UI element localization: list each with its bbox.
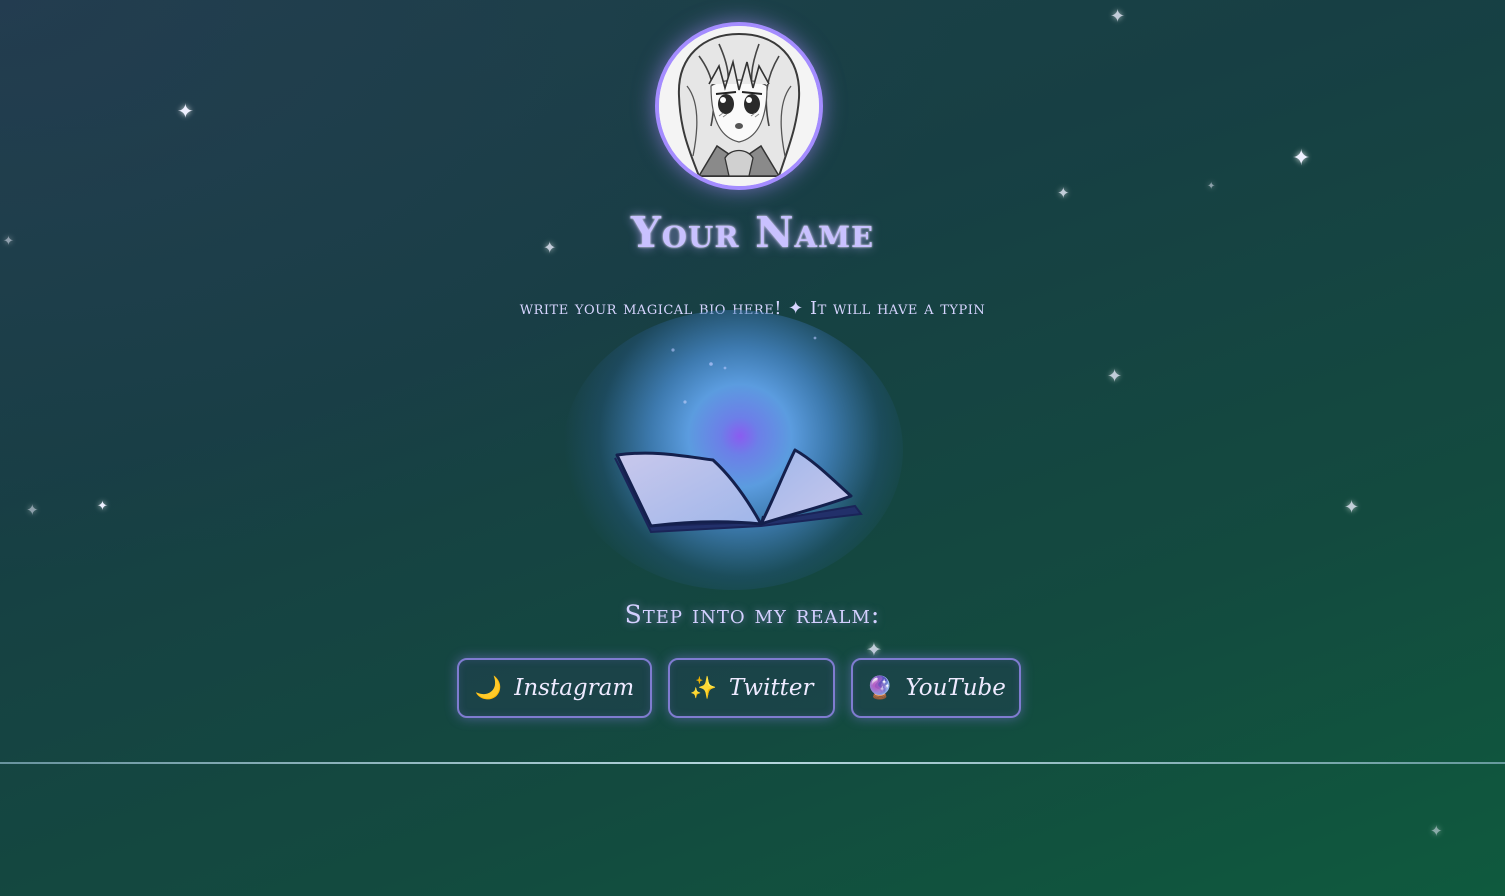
crystal-ball-icon: 🔮	[866, 675, 894, 701]
magic-book	[563, 310, 903, 590]
star-icon: ✦	[1057, 184, 1070, 202]
star-icon: ✦	[1107, 366, 1123, 387]
open-book-icon	[614, 336, 863, 534]
instagram-button[interactable]: 🌙 Instagram	[457, 658, 652, 718]
star-icon: ✦	[1207, 181, 1216, 192]
star-icon: ✦	[26, 501, 39, 519]
twitter-label: Twitter	[728, 675, 814, 701]
moon-icon: 🌙	[474, 675, 503, 701]
star-icon: ✦	[1344, 497, 1360, 518]
anime-girl-avatar	[659, 26, 819, 186]
instagram-label: Instagram	[514, 675, 635, 701]
star-icon: ✦	[1292, 146, 1311, 171]
sparkles-icon: ✨	[689, 675, 717, 701]
star-icon: ✦	[97, 499, 108, 514]
avatar	[655, 22, 823, 190]
youtube-button[interactable]: 🔮 YouTube	[851, 658, 1021, 718]
star-icon: ✦	[1430, 822, 1443, 840]
twitter-button[interactable]: ✨ Twitter	[668, 658, 835, 718]
youtube-label: YouTube	[905, 675, 1006, 701]
star-icon: ✦	[1110, 6, 1126, 27]
divider	[0, 762, 1505, 764]
star-icon: ✦	[177, 99, 194, 123]
realm-heading: Step into my realm:	[624, 600, 881, 629]
profile-name: Your Name	[630, 208, 875, 257]
